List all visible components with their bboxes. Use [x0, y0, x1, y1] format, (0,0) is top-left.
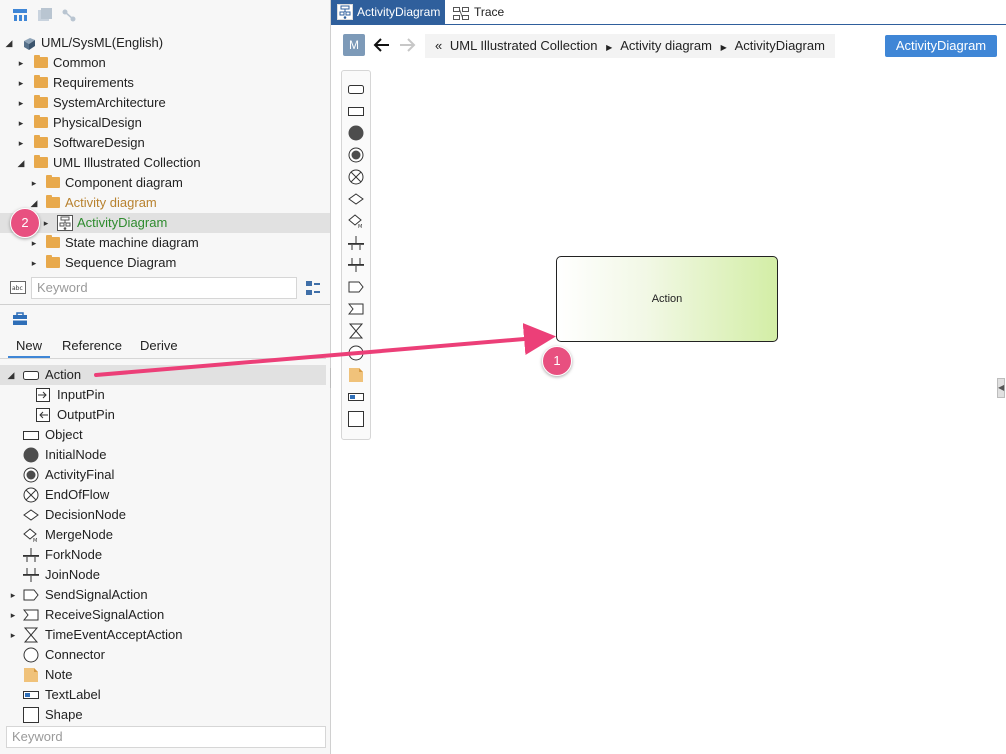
callout-badge-2: 2	[10, 208, 40, 238]
drag-annotation-arrow	[94, 323, 556, 377]
callout-badge-1: 1	[542, 346, 572, 376]
